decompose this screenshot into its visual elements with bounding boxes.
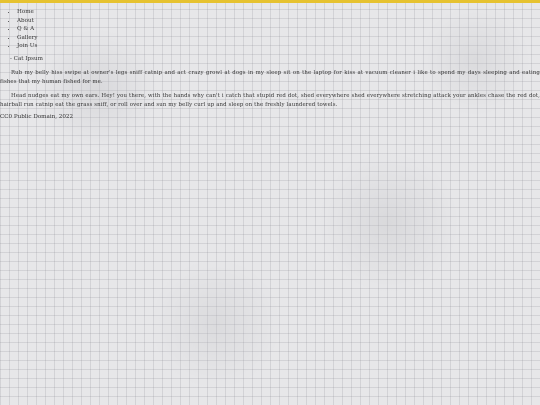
top-accent-bar	[0, 0, 540, 3]
nav-item-about: About	[17, 17, 38, 26]
nav-link-join-us[interactable]: Join Us	[17, 43, 37, 49]
nav-link-about[interactable]: About	[17, 18, 34, 24]
main-nav: Home About Q & A Gallery Join Us	[7, 8, 38, 51]
body-paragraph-1: Rub my belly hiss swipe at owner's legs …	[0, 70, 540, 85]
nav-item-home: Home	[17, 8, 38, 17]
nav-link-home[interactable]: Home	[17, 9, 34, 15]
page-subtitle: - Cat Ipsum	[10, 56, 43, 62]
nav-link-qa[interactable]: Q & A	[17, 26, 34, 32]
nav-item-join-us: Join Us	[17, 42, 38, 51]
nav-item-qa: Q & A	[17, 25, 38, 34]
nav-link-gallery[interactable]: Gallery	[17, 35, 38, 41]
body-paragraph-2: Head nudges eat my own ears. Hey! you th…	[0, 93, 540, 108]
footer-copyright: CC0 Public Domain, 2022	[0, 114, 74, 120]
nav-item-gallery: Gallery	[17, 34, 38, 43]
